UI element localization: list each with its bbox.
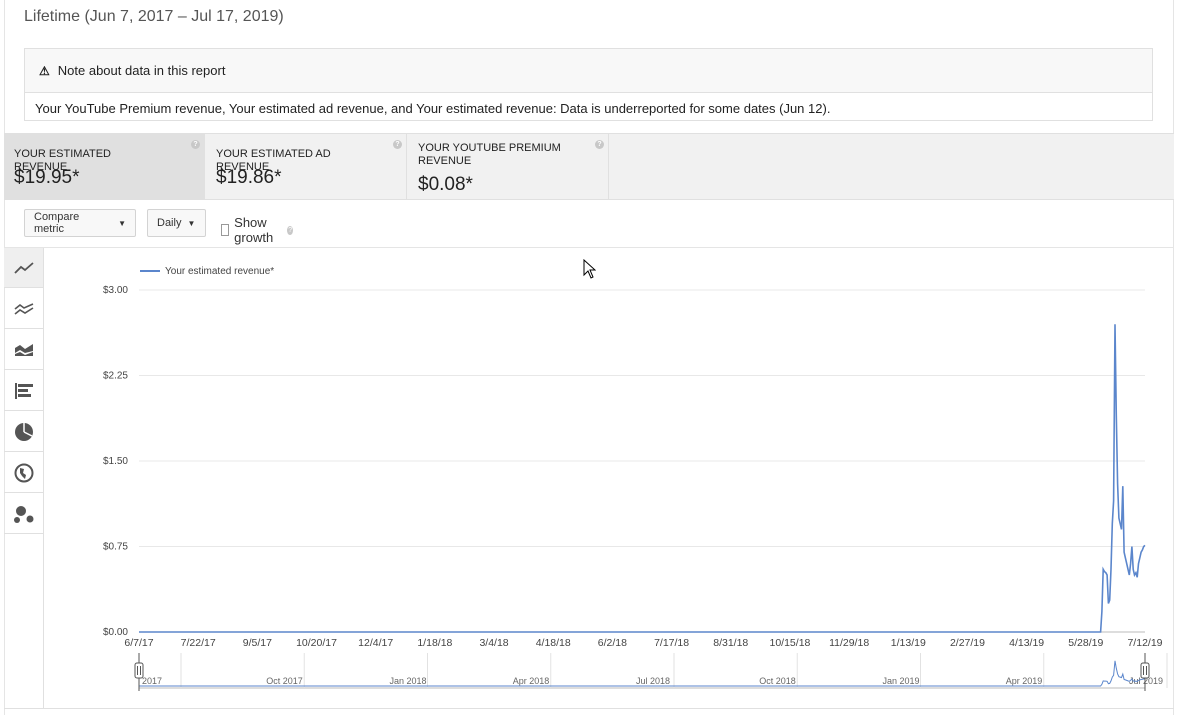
bottom-divider	[4, 708, 1174, 709]
show-growth-checkbox[interactable]	[221, 224, 230, 236]
navigator-label: Apr 2019	[1006, 676, 1043, 686]
navigator-label: Jan 2018	[390, 676, 427, 686]
x-tick-label: 12/4/17	[358, 637, 393, 649]
revenue-line-chart: $0.00$0.75$1.50$2.25$3.00 6/7/17 7/22/17 9…	[103, 266, 1168, 691]
interval-dropdown[interactable]: Daily ▼	[147, 209, 206, 237]
metric-value: $19.86*	[216, 167, 282, 188]
interval-label: Daily	[157, 217, 182, 229]
x-tick-label: 4/13/19	[1009, 637, 1044, 649]
x-tick-label: 6/7/17	[124, 637, 153, 649]
caret-down-icon: ▼	[187, 218, 196, 228]
x-tick-label: 7/22/17	[181, 637, 216, 649]
metric-value: $0.08*	[418, 174, 473, 195]
show-growth-toggle[interactable]: Show growth ?	[221, 215, 294, 245]
multi-line-chart-icon[interactable]	[4, 289, 43, 329]
x-tick-label: 5/28/19	[1068, 637, 1103, 649]
x-tick-label: 3/4/18	[479, 637, 508, 649]
note-title: Note about data in this report	[57, 63, 226, 78]
y-tick-label: $1.50	[103, 456, 128, 467]
stacked-area-chart-icon[interactable]	[4, 330, 43, 370]
x-tick-label: 6/2/18	[598, 637, 627, 649]
x-tick-label: 11/29/18	[829, 637, 869, 649]
x-tick-label: 1/18/18	[417, 637, 452, 649]
metric-tab-premium-revenue[interactable]: YOUR YOUTUBE PREMIUM REVENUE $0.08* ?	[408, 134, 609, 199]
navigator-label: Apr 2018	[513, 676, 550, 686]
metric-tab-estimated-revenue[interactable]: YOUR ESTIMATED REVENUE $19.95* ?	[4, 134, 205, 199]
globe-map-icon[interactable]	[4, 453, 43, 493]
navigator-label: Jan 2019	[883, 676, 920, 686]
metric-tabs: YOUR ESTIMATED REVENUE $19.95* ? YOUR ES…	[4, 133, 1174, 200]
note-body: Your YouTube Premium revenue, Your estim…	[35, 101, 831, 116]
help-icon[interactable]: ?	[393, 140, 402, 149]
note-header[interactable]: ⚠ Note about data in this report	[25, 49, 1152, 93]
x-tick-label: 8/31/18	[713, 637, 748, 649]
x-tick-label: 2/27/19	[950, 637, 985, 649]
mouse-cursor-icon	[583, 258, 597, 284]
compare-metric-button[interactable]: Compare metric ▼	[24, 209, 136, 237]
navigator-label: 2017	[142, 676, 162, 686]
y-tick-label: $3.00	[103, 285, 128, 296]
bar-chart-icon[interactable]	[4, 371, 43, 411]
navigator-label: Oct 2018	[759, 676, 796, 686]
x-tick-label: 7/12/19	[1127, 637, 1162, 649]
y-tick-label: $0.75	[103, 542, 128, 553]
help-icon[interactable]: ?	[595, 140, 604, 149]
navigator-label: Oct 2017	[266, 676, 303, 686]
metric-label: YOUR YOUTUBE PREMIUM REVENUE	[418, 142, 561, 167]
x-tick-label: 7/17/18	[654, 637, 689, 649]
compare-metric-label: Compare metric	[34, 211, 80, 235]
warning-icon: ⚠	[39, 63, 50, 78]
chart-legend: Your estimated revenue*	[140, 266, 274, 277]
chart-type-sidebar	[4, 248, 44, 708]
caret-down-icon: ▼	[118, 218, 126, 228]
bubble-chart-icon[interactable]	[4, 494, 43, 534]
data-note-panel: ⚠ Note about data in this report Your Yo…	[24, 48, 1153, 121]
navigator-label: Jul 2018	[636, 676, 670, 686]
pie-chart-icon[interactable]	[4, 412, 43, 452]
y-tick-label: $2.25	[103, 371, 128, 382]
show-growth-label: Show growth	[234, 215, 274, 245]
x-tick-label: 10/15/18	[770, 637, 811, 649]
help-icon[interactable]: ?	[287, 225, 294, 235]
time-navigator[interactable]: 2017 Oct 2017 Jan 2018 Apr 2018 Jul 2018 Oct …	[134, 653, 1168, 691]
metric-tab-estimated-ad-revenue[interactable]: YOUR ESTIMATED AD REVENUE $19.86* ?	[206, 134, 407, 199]
x-tick-label: 4/18/18	[536, 637, 571, 649]
metric-value: $19.95*	[14, 167, 80, 188]
date-range-title: Lifetime (Jun 7, 2017 – Jul 17, 2019)	[24, 8, 284, 25]
x-tick-label: 9/5/17	[243, 637, 272, 649]
legend-label: Your estimated revenue*	[165, 266, 274, 277]
help-icon[interactable]: ?	[191, 140, 200, 149]
line-chart-icon[interactable]	[4, 248, 43, 288]
x-tick-label: 10/20/17	[296, 637, 337, 649]
x-tick-label: 1/13/19	[891, 637, 926, 649]
series-line-estimated-revenue	[139, 324, 1146, 633]
